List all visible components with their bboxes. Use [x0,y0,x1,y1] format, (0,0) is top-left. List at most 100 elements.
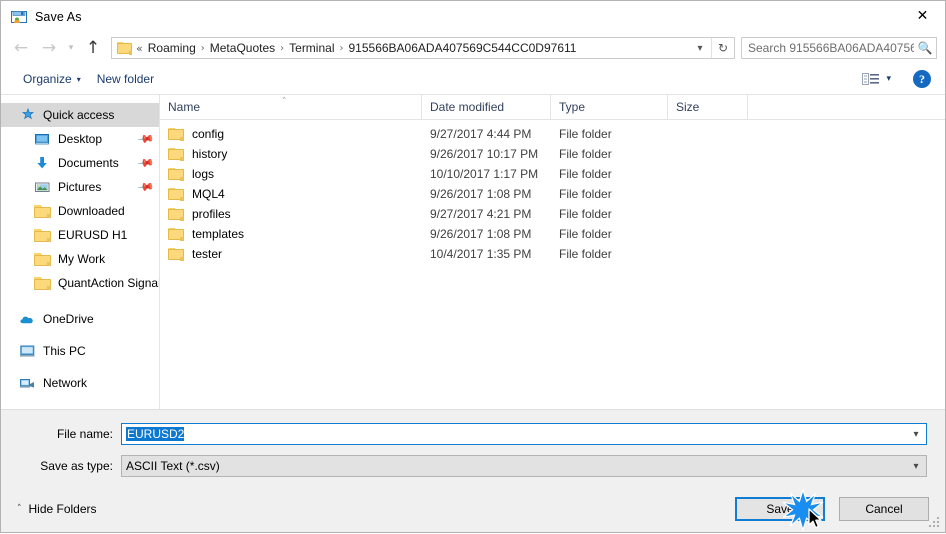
table-row[interactable]: templates 9/26/2017 1:08 PM File folder [160,224,945,244]
sidebar-item-my-work[interactable]: My Work [1,247,159,271]
table-row[interactable]: logs 10/10/2017 1:17 PM File folder [160,164,945,184]
monitor-icon [34,131,51,147]
folder-icon [168,227,184,241]
sidebar-item-label: QuantAction Signal [58,276,159,290]
sidebar-item-onedrive[interactable]: OneDrive [1,307,159,331]
arrow-right-icon: → [41,37,57,58]
folder-icon [34,275,51,291]
sidebar-item-quick-access[interactable]: Quick access [1,103,159,127]
file-type-cell: File folder [559,247,612,261]
table-row[interactable]: profiles 9/27/2017 4:21 PM File folder [160,204,945,224]
file-date-cell: 9/26/2017 1:08 PM [430,227,532,241]
folder-icon [168,187,184,201]
file-type-cell: File folder [559,227,612,241]
breadcrumb-separator: › [200,42,205,54]
view-dropdown-button[interactable]: ▾ [884,74,901,84]
folder-icon [117,41,132,55]
command-bar: Organize ▾ New folder ▾ ? [1,64,945,95]
file-name-cell: history [160,147,422,161]
column-header-date-label: Date modified [430,100,505,114]
file-name-input[interactable]: EURUSD2 ▾ [121,423,927,445]
breadcrumb-item-0[interactable]: Roaming [145,41,199,55]
file-name-cell: profiles [160,207,422,221]
file-name-cell: config [160,127,422,141]
folder-icon [168,127,184,141]
pin-icon[interactable]: 📌 [136,130,155,149]
address-dropdown-button[interactable]: ▾ [689,38,711,58]
cancel-button[interactable]: Cancel [839,497,929,521]
breadcrumb-separator: › [280,42,285,54]
search-input[interactable]: Search 915566BA06ADA40756... [742,41,914,55]
new-folder-button[interactable]: New folder [89,69,162,89]
table-row[interactable]: config 9/27/2017 4:44 PM File folder [160,124,945,144]
file-date-cell: 9/26/2017 10:17 PM [430,147,539,161]
organize-button[interactable]: Organize ▾ [15,69,89,89]
sidebar-item-eurusd-h1[interactable]: EURUSD H1 [1,223,159,247]
column-header-date-modified[interactable]: Date modified [422,95,551,119]
save-button-wrapper: Save [735,488,839,533]
column-header-name[interactable]: Name ˄ [160,95,422,119]
close-button[interactable]: ✕ [900,1,945,31]
arrow-left-icon: ← [13,37,29,58]
save-button[interactable]: Save [735,497,825,521]
folder-icon [168,147,184,161]
up-button[interactable]: ↑ [79,35,107,61]
breadcrumb-separator: › [339,42,344,54]
navigation-bar: ← → ▾ ↑ « Roaming › MetaQuotes › Termina… [1,32,945,64]
folder-icon [168,167,184,181]
sidebar-item-network[interactable]: Network [1,371,159,395]
table-row[interactable]: MQL4 9/26/2017 1:08 PM File folder [160,184,945,204]
column-header-type[interactable]: Type [551,95,668,119]
folder-icon [34,251,51,267]
pin-icon[interactable]: 📌 [136,178,155,197]
download-arrow-icon [34,155,51,171]
sidebar-item-downloaded[interactable]: Downloaded [1,199,159,223]
title-bar: Save As ✕ [1,1,945,32]
breadcrumb-item-2[interactable]: Terminal [286,41,337,55]
sidebar-item-documents[interactable]: Documents 📌 [1,151,159,175]
chevron-down-icon[interactable]: ▾ [906,461,926,472]
sidebar-item-label: Downloaded [58,204,125,218]
column-header-size[interactable]: Size [668,95,748,119]
forward-button[interactable]: → [35,35,63,61]
file-name-value[interactable]: EURUSD2 [122,427,906,441]
sidebar-item-pictures[interactable]: Pictures 📌 [1,175,159,199]
table-row[interactable]: history 9/26/2017 10:17 PM File folder [160,144,945,164]
refresh-icon: ↻ [717,41,729,55]
save-as-type-value: ASCII Text (*.csv) [126,459,220,473]
hide-folders-label: Hide Folders [28,502,97,516]
breadcrumb-item-3[interactable]: 915566BA06ADA407569C544CC0D97611 [346,41,580,55]
file-type-cell: File folder [559,127,612,141]
chevron-up-icon: ˄ [17,504,22,514]
list-view-icon[interactable] [860,70,882,88]
breadcrumb-item-1[interactable]: MetaQuotes [207,41,278,55]
file-name-cell: tester [160,247,422,261]
navigation-pane: Quick access Desktop 📌 Documents 📌 Pictu… [1,95,160,409]
table-row[interactable]: tester 10/4/2017 1:35 PM File folder [160,244,945,264]
hide-folders-button[interactable]: ˄ Hide Folders [11,502,97,516]
recent-locations-button[interactable]: ▾ [63,35,79,61]
file-date-cell: 9/27/2017 4:21 PM [430,207,532,221]
pin-icon[interactable]: 📌 [136,154,155,173]
save-label: Save [766,502,794,516]
file-type-cell: File folder [559,187,612,201]
sidebar-item-this-pc[interactable]: This PC [1,339,159,363]
address-bar[interactable]: « Roaming › MetaQuotes › Terminal › 9155… [111,37,735,59]
chevron-down-icon[interactable]: ▾ [906,429,926,440]
breadcrumb-overflow-icon[interactable]: « [136,42,145,55]
file-name-cell: MQL4 [160,187,422,201]
resize-grip-icon[interactable] [929,517,941,529]
help-button[interactable]: ? [913,70,931,88]
sidebar-item-quantaction-signal[interactable]: QuantAction Signal [1,271,159,295]
sidebar-item-label: Documents [58,156,119,170]
file-type-row: Save as type: ASCII Text (*.csv) ▾ [1,454,945,478]
refresh-button[interactable]: ↻ [711,38,734,58]
back-button[interactable]: ← [7,35,35,61]
sidebar-item-desktop[interactable]: Desktop 📌 [1,127,159,151]
organize-label: Organize [23,72,72,86]
search-box[interactable]: Search 915566BA06ADA40756... 🔍 [741,37,937,59]
save-as-type-select[interactable]: ASCII Text (*.csv) ▾ [121,455,927,477]
dialog-footer: ˄ Hide Folders Save Cancel [1,486,945,533]
search-icon: 🔍 [917,41,933,55]
window-title: Save As [35,9,82,24]
